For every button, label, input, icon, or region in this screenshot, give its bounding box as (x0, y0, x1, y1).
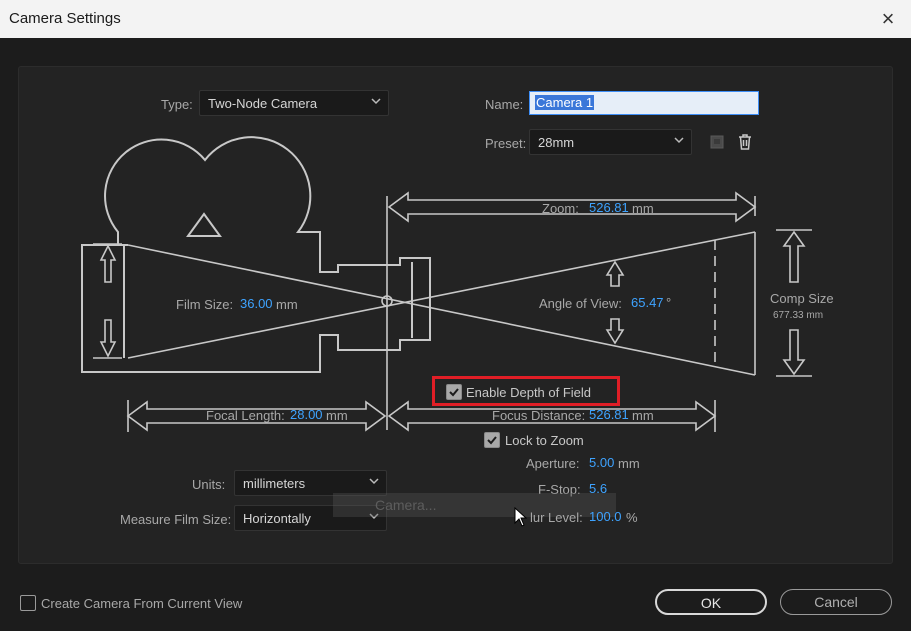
chevron-down-icon (369, 478, 379, 485)
type-select-value: Two-Node Camera (208, 96, 318, 111)
blur-level-value[interactable]: 100.0 (589, 509, 622, 524)
preset-select[interactable]: 28mm (529, 129, 692, 155)
focus-distance-value[interactable]: 526.81 (589, 407, 629, 422)
name-input[interactable]: Camera 1 (529, 91, 759, 115)
cancel-button[interactable]: Cancel (780, 589, 892, 615)
type-label: Type: (161, 97, 193, 112)
zoom-value[interactable]: 526.81 (589, 200, 629, 215)
dof-highlight-box (432, 376, 620, 406)
angle-of-view-label: Angle of View: (539, 296, 622, 311)
name-input-value: Camera 1 (535, 95, 595, 110)
focal-length-label: Focal Length: (206, 408, 285, 423)
chevron-down-icon (674, 137, 684, 144)
film-size-unit: mm (276, 297, 298, 312)
reel-triangle (186, 212, 222, 237)
ok-button[interactable]: OK (655, 589, 767, 615)
measure-film-size-value: Horizontally (243, 511, 311, 526)
create-from-view-label[interactable]: Create Camera From Current View (41, 596, 242, 611)
chevron-down-icon (371, 98, 381, 105)
angle-of-view-unit: ° (666, 295, 672, 310)
aperture-unit: mm (618, 456, 640, 471)
blur-level-unit: % (626, 510, 638, 525)
zoom-label: Zoom: (542, 201, 579, 216)
trash-icon[interactable] (734, 131, 756, 153)
focus-distance-unit: mm (632, 408, 654, 423)
angle-of-view-value[interactable]: 65.47 (631, 295, 664, 310)
units-select-value: millimeters (243, 476, 306, 491)
focal-length-unit: mm (326, 408, 348, 423)
zoom-unit: mm (632, 201, 654, 216)
focal-length-value[interactable]: 28.00 (290, 407, 323, 422)
units-label: Units: (192, 477, 226, 492)
create-from-view-checkbox[interactable] (20, 595, 36, 611)
measure-film-size-label: Measure Film Size: (120, 512, 232, 527)
name-label: Name: (485, 97, 524, 112)
mouse-cursor-icon (514, 507, 528, 527)
comp-size-value: 677.33 mm (773, 310, 824, 321)
aperture-value[interactable]: 5.00 (589, 455, 614, 470)
comp-size-label: Comp Size (770, 291, 834, 306)
save-preset-icon[interactable] (706, 131, 728, 153)
lock-to-zoom-label[interactable]: Lock to Zoom (505, 433, 584, 448)
checkmark-icon (487, 436, 497, 445)
preset-select-value: 28mm (538, 135, 575, 150)
film-size-label: Film Size: (176, 297, 234, 312)
type-select[interactable]: Two-Node Camera (199, 90, 389, 116)
preset-label: Preset: (485, 136, 527, 151)
focus-distance-label: Focus Distance: (492, 408, 586, 423)
lock-to-zoom-checkbox[interactable] (484, 432, 500, 448)
blur-level-label: lur Level: (530, 510, 583, 525)
film-size-value[interactable]: 36.00 (240, 296, 273, 311)
camera-body-outline (81, 136, 431, 373)
aperture-label: Aperture: (526, 456, 580, 471)
